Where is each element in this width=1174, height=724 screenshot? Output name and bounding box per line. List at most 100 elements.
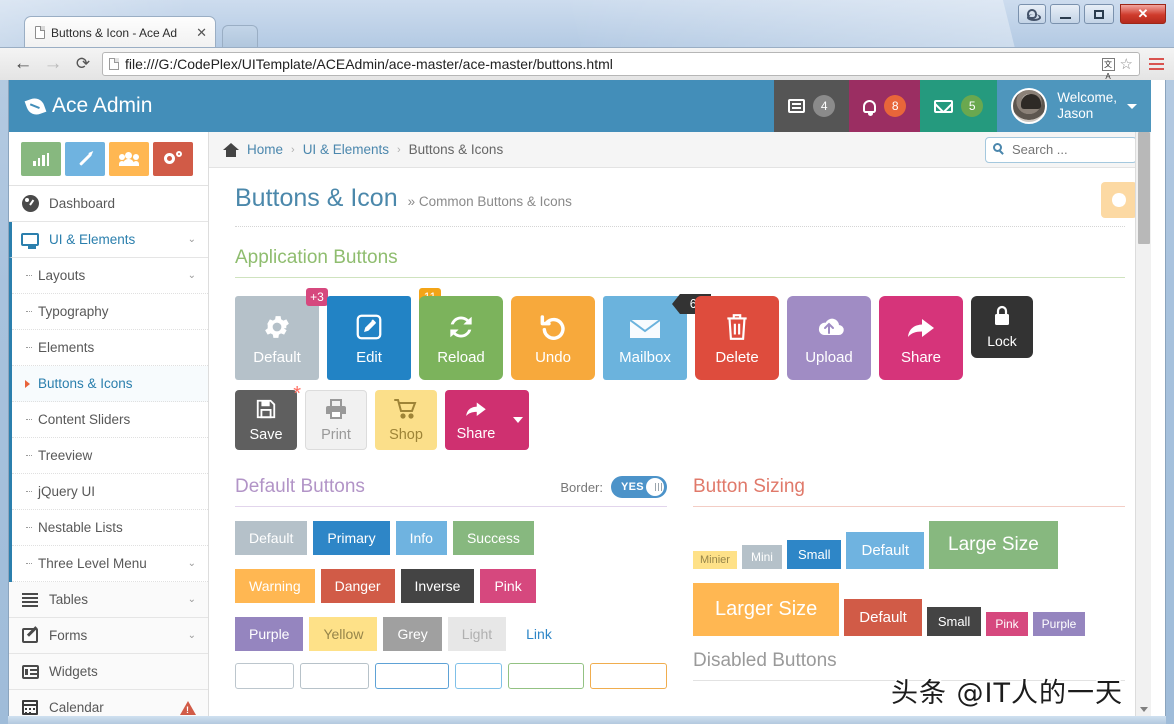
leaf-logo-icon xyxy=(24,95,47,117)
browser-tab[interactable]: Buttons & Icon - Ace Ad ✕ xyxy=(24,16,216,48)
sidebar-item-treeview[interactable]: Treeview xyxy=(12,438,208,474)
button-info[interactable]: Info xyxy=(395,521,447,555)
button-danger[interactable]: Danger xyxy=(320,569,395,603)
outline-button[interactable] xyxy=(235,663,294,689)
outline-button[interactable] xyxy=(454,663,503,689)
close-tab-icon[interactable]: ✕ xyxy=(194,25,209,41)
messages-menu[interactable]: 5 xyxy=(920,80,998,132)
app-navbar: Ace Admin 4 8 5 Welcome, Jason xyxy=(9,80,1151,132)
scroll-down-arrow-icon[interactable] xyxy=(1140,707,1148,712)
browser-menu-icon[interactable] xyxy=(1146,53,1166,75)
tasks-menu[interactable]: 4 xyxy=(774,80,850,132)
button-small-2[interactable]: Small xyxy=(926,607,982,636)
notifications-menu[interactable]: 8 xyxy=(849,80,921,132)
sidebar-item-calendar[interactable]: Calendar xyxy=(9,690,208,716)
page-scrollbar[interactable] xyxy=(1135,132,1151,716)
sidebar-item-typography[interactable]: Typography xyxy=(12,294,208,330)
sidebar-item-tables[interactable]: Tables ⌄ xyxy=(9,582,208,618)
search-wrapper xyxy=(985,136,1137,163)
page-title: Buttons & Icon » Common Buttons & Icons xyxy=(235,184,1125,213)
shortcut-settings[interactable] xyxy=(153,142,193,176)
page-icon xyxy=(35,26,45,39)
button-small[interactable]: Small xyxy=(786,540,842,569)
sidebar-item-layouts[interactable]: Layouts ⌄ xyxy=(12,258,208,294)
breadcrumb-home[interactable]: Home xyxy=(247,142,283,157)
outline-button[interactable] xyxy=(375,663,449,689)
outline-button[interactable] xyxy=(589,663,667,689)
sidebar-item-dashboard[interactable]: Dashboard xyxy=(9,186,208,222)
button-pink[interactable]: Pink xyxy=(480,569,536,603)
close-window-button[interactable]: ✕ xyxy=(1120,4,1166,24)
button-light[interactable]: Light xyxy=(447,617,507,651)
app-button-save[interactable]: Save * xyxy=(235,384,301,450)
shortcut-edit[interactable] xyxy=(65,142,105,176)
sidebar-item-three-level-menu[interactable]: Three Level Menu ⌄ xyxy=(12,546,208,582)
breadcrumb-ui-elements[interactable]: UI & Elements xyxy=(303,142,389,157)
button-purple[interactable]: Purple xyxy=(235,617,304,651)
button-default[interactable]: Default xyxy=(235,521,308,555)
sidebar-item-buttons-icons[interactable]: Buttons & Icons xyxy=(12,366,208,402)
sidebar-item-nestable-lists[interactable]: Nestable Lists xyxy=(12,510,208,546)
reload-button[interactable]: ⟳ xyxy=(68,50,98,78)
app-button-lock[interactable]: Lock xyxy=(971,296,1033,358)
sidebar-item-ui-elements[interactable]: UI & Elements ⌄ xyxy=(9,222,208,258)
settings-button[interactable] xyxy=(1101,182,1137,218)
border-toggle[interactable]: YES xyxy=(611,476,667,498)
app-button-reload[interactable]: Reload xyxy=(419,296,503,380)
shortcut-chart[interactable] xyxy=(21,142,61,176)
maximize-button[interactable] xyxy=(1084,4,1114,24)
app-button-mailbox[interactable]: Mailbox 6+ xyxy=(603,294,711,380)
search-input[interactable] xyxy=(985,136,1137,163)
back-button[interactable]: ← xyxy=(8,50,38,78)
user-menu[interactable]: Welcome, Jason xyxy=(997,80,1151,132)
app-button-undo[interactable]: Undo xyxy=(511,296,595,380)
reload-icon xyxy=(445,311,477,343)
brand-text: Ace Admin xyxy=(52,94,153,117)
button-larger-size[interactable]: Larger Size xyxy=(693,583,840,636)
new-tab-button[interactable] xyxy=(222,25,258,48)
button-minier[interactable]: Minier xyxy=(693,551,737,569)
app-button-shop[interactable]: Shop xyxy=(375,390,437,450)
button-warning[interactable]: Warning xyxy=(235,569,315,603)
button-primary[interactable]: Primary xyxy=(313,521,390,555)
translate-icon[interactable]: 文A xyxy=(1101,57,1115,81)
address-bar[interactable]: file:///G:/CodePlex/UITemplate/ACEAdmin/… xyxy=(102,52,1140,81)
button-inverse[interactable]: Inverse xyxy=(400,569,475,603)
button-success[interactable]: Success xyxy=(452,521,534,555)
button-default-size-2[interactable]: Default xyxy=(844,599,922,636)
button-purple-mini[interactable]: Purple xyxy=(1032,612,1086,636)
share-dropdown-toggle[interactable] xyxy=(507,390,529,450)
sidebar-item-widgets[interactable]: Widgets xyxy=(9,654,208,690)
app-button-default[interactable]: Default +3 xyxy=(235,288,328,380)
forward-button[interactable]: → xyxy=(38,50,68,78)
shortcut-users[interactable] xyxy=(109,142,149,176)
button-pink-mini[interactable]: Pink xyxy=(986,612,1028,636)
outline-button[interactable] xyxy=(508,663,584,689)
sidebar-item-jquery-ui[interactable]: jQuery UI xyxy=(12,474,208,510)
scrollbar-thumb[interactable] xyxy=(1138,132,1150,244)
app-brand[interactable]: Ace Admin xyxy=(9,80,774,132)
app-button-upload[interactable]: Upload xyxy=(787,296,871,380)
app-button-share[interactable]: Share xyxy=(879,296,963,380)
sidebar-item-elements[interactable]: Elements xyxy=(12,330,208,366)
button-mini[interactable]: Mini xyxy=(741,545,782,569)
outline-button[interactable] xyxy=(299,663,370,689)
button-large-size[interactable]: Large Size xyxy=(929,521,1058,569)
bookmark-star-icon[interactable]: ☆ xyxy=(1120,55,1133,73)
minimize-button[interactable] xyxy=(1050,4,1080,24)
pencil-icon xyxy=(78,152,92,166)
sidebar-item-forms[interactable]: Forms ⌄ xyxy=(9,618,208,654)
user-switch-button[interactable] xyxy=(1018,4,1046,24)
app-button-edit[interactable]: Edit 11 xyxy=(327,288,441,380)
app-button-share-split[interactable]: Share xyxy=(445,390,507,450)
sidebar-item-content-sliders[interactable]: Content Sliders xyxy=(12,402,208,438)
app-button-print[interactable]: Print xyxy=(305,390,367,450)
tree-dash-icon xyxy=(26,347,32,348)
app-button-delete[interactable]: Delete xyxy=(695,296,779,380)
button-default-size[interactable]: Default xyxy=(846,532,925,569)
share-icon xyxy=(464,398,488,423)
button-yellow[interactable]: Yellow xyxy=(309,617,378,651)
avatar xyxy=(1011,88,1048,124)
button-grey[interactable]: Grey xyxy=(383,617,442,651)
button-link[interactable]: Link xyxy=(512,617,566,651)
